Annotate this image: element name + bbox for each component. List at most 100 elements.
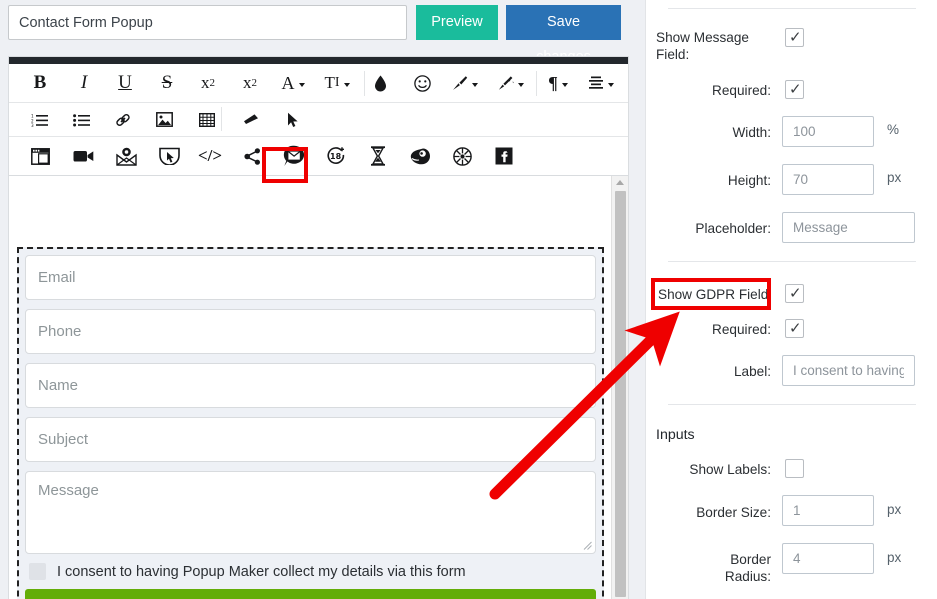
strikethrough-icon[interactable]: S <box>154 64 180 102</box>
toolbar-row-insert: 1 2 3 <box>9 103 628 137</box>
contact-form-block[interactable]: Email Phone Name Subject Message I conse… <box>17 247 604 599</box>
divider <box>668 404 916 405</box>
underline-icon[interactable]: U <box>112 64 138 102</box>
source-code-icon[interactable]: </> <box>197 137 223 175</box>
border-radius-input[interactable] <box>782 543 874 574</box>
gdpr-label-label: Label: <box>733 364 771 379</box>
scroll-up-arrow-icon[interactable] <box>616 180 624 185</box>
contact-form-icon[interactable] <box>281 137 307 175</box>
border-radius-unit: px <box>887 550 902 565</box>
inputs-section-heading: Inputs <box>656 427 695 443</box>
divider <box>668 261 916 262</box>
message-height-label: Height: <box>727 173 771 188</box>
show-message-field-checkbox[interactable]: ✓ <box>785 28 804 47</box>
insert-link-icon[interactable] <box>111 103 135 136</box>
gdpr-consent-label: I consent to having Popup Maker collect … <box>57 563 466 580</box>
scrollbar-thumb[interactable] <box>615 191 626 597</box>
message-field[interactable]: Message <box>25 471 596 554</box>
show-labels-label: Show Labels: <box>689 462 771 477</box>
facebook-icon[interactable] <box>491 137 517 175</box>
popup-title-input[interactable] <box>8 5 407 40</box>
show-gdpr-field-label: Show GDPR Field: <box>658 287 773 302</box>
toolbar-separator <box>364 71 365 96</box>
message-width-label: Width: <box>732 125 771 140</box>
message-required-label: Required: <box>712 83 771 98</box>
border-size-label: Border Size: <box>696 505 771 520</box>
screen: Preview Save changes B I U S x2 x2 A TΙ <box>0 0 937 599</box>
insert-video-icon[interactable] <box>70 137 96 175</box>
bold-icon[interactable]: B <box>27 64 53 102</box>
editor-top-strip <box>9 57 628 64</box>
mailchimp-icon[interactable] <box>407 137 433 175</box>
gdpr-required-checkbox[interactable]: ✓ <box>785 319 804 338</box>
phone-field[interactable]: Phone <box>25 309 596 354</box>
insert-mail-icon[interactable] <box>113 137 139 175</box>
insert-image-icon[interactable] <box>152 103 176 136</box>
editor-shell: B I U S x2 x2 A TΙ ¶ 1 2 3 </> 18 Email … <box>8 56 629 599</box>
age-gate-icon[interactable]: 18 <box>323 137 349 175</box>
spin-wheel-icon[interactable] <box>449 137 475 175</box>
italic-icon[interactable]: I <box>71 64 97 102</box>
save-changes-button[interactable]: Save changes <box>506 5 621 65</box>
select-all-icon[interactable] <box>281 103 305 136</box>
show-gdpr-field-checkbox[interactable]: ✓ <box>785 284 804 303</box>
message-height-unit: px <box>887 170 902 185</box>
editor-canvas[interactable]: Email Phone Name Subject Message I conse… <box>9 176 628 599</box>
paint-brush-icon[interactable] <box>447 64 483 102</box>
countdown-timer-icon[interactable] <box>365 137 391 175</box>
gdpr-consent-row[interactable]: I consent to having Popup Maker collect … <box>29 563 596 580</box>
check-icon: ✓ <box>789 28 802 46</box>
check-icon: ✓ <box>789 80 802 98</box>
check-icon: ✓ <box>789 284 802 302</box>
insert-button-icon[interactable] <box>156 137 182 175</box>
subscript-icon[interactable]: x2 <box>194 64 222 102</box>
gdpr-label-input[interactable] <box>782 355 915 386</box>
share-icon[interactable] <box>239 137 265 175</box>
resize-grip-icon <box>583 541 592 550</box>
subject-field[interactable]: Subject <box>25 417 596 462</box>
paragraph-format-icon[interactable]: ¶ <box>541 64 575 102</box>
title-bar: Preview Save changes <box>0 0 645 65</box>
show-message-field-label: Show Message Field: <box>656 30 749 62</box>
toolbar-separator <box>536 71 537 96</box>
border-size-input[interactable] <box>782 495 874 526</box>
font-size-icon[interactable]: TΙ <box>319 64 355 102</box>
superscript-icon[interactable]: x2 <box>236 64 264 102</box>
name-field[interactable]: Name <box>25 363 596 408</box>
unordered-list-icon[interactable] <box>69 103 93 136</box>
toolbar-separator <box>221 107 222 131</box>
preview-button[interactable]: Preview <box>416 5 498 40</box>
insert-table-icon[interactable] <box>195 103 219 136</box>
svg-text:3: 3 <box>31 123 34 127</box>
svg-text:18: 18 <box>330 152 342 161</box>
editor-scrollbar[interactable] <box>611 176 628 599</box>
highlight-color-icon[interactable] <box>369 64 391 102</box>
gdpr-checkbox[interactable] <box>29 563 46 580</box>
divider <box>668 8 916 9</box>
message-placeholder-label: Placeholder: <box>695 221 771 236</box>
message-placeholder: Message <box>38 482 99 499</box>
message-width-unit: % <box>887 122 900 137</box>
editor-column: Preview Save changes B I U S x2 x2 A TΙ <box>0 0 645 599</box>
message-width-input[interactable] <box>782 116 874 147</box>
message-required-checkbox[interactable]: ✓ <box>785 80 804 99</box>
magic-wand-icon[interactable] <box>493 64 529 102</box>
column-gap <box>629 0 645 599</box>
emoticon-icon[interactable] <box>411 64 433 102</box>
gdpr-required-label: Required: <box>712 322 771 337</box>
text-color-icon[interactable]: A <box>275 64 311 102</box>
show-labels-checkbox[interactable] <box>785 459 804 478</box>
message-height-input[interactable] <box>782 164 874 195</box>
message-placeholder-input[interactable] <box>782 212 915 243</box>
border-size-unit: px <box>887 502 902 517</box>
toolbar-row-formatting: B I U S x2 x2 A TΙ ¶ <box>9 64 628 103</box>
settings-sidebar: Show Message Field: ✓ Required: ✓ Width:… <box>645 0 937 599</box>
ordered-list-icon[interactable]: 1 2 3 <box>27 103 51 136</box>
clear-formatting-icon[interactable] <box>239 103 263 136</box>
insert-popup-icon[interactable] <box>27 137 53 175</box>
email-field[interactable]: Email <box>25 255 596 300</box>
border-radius-label: Border Radius: <box>724 552 771 584</box>
contact-submit-button[interactable]: Contact <box>25 589 596 599</box>
align-icon[interactable] <box>583 64 619 102</box>
check-icon: ✓ <box>789 319 802 337</box>
